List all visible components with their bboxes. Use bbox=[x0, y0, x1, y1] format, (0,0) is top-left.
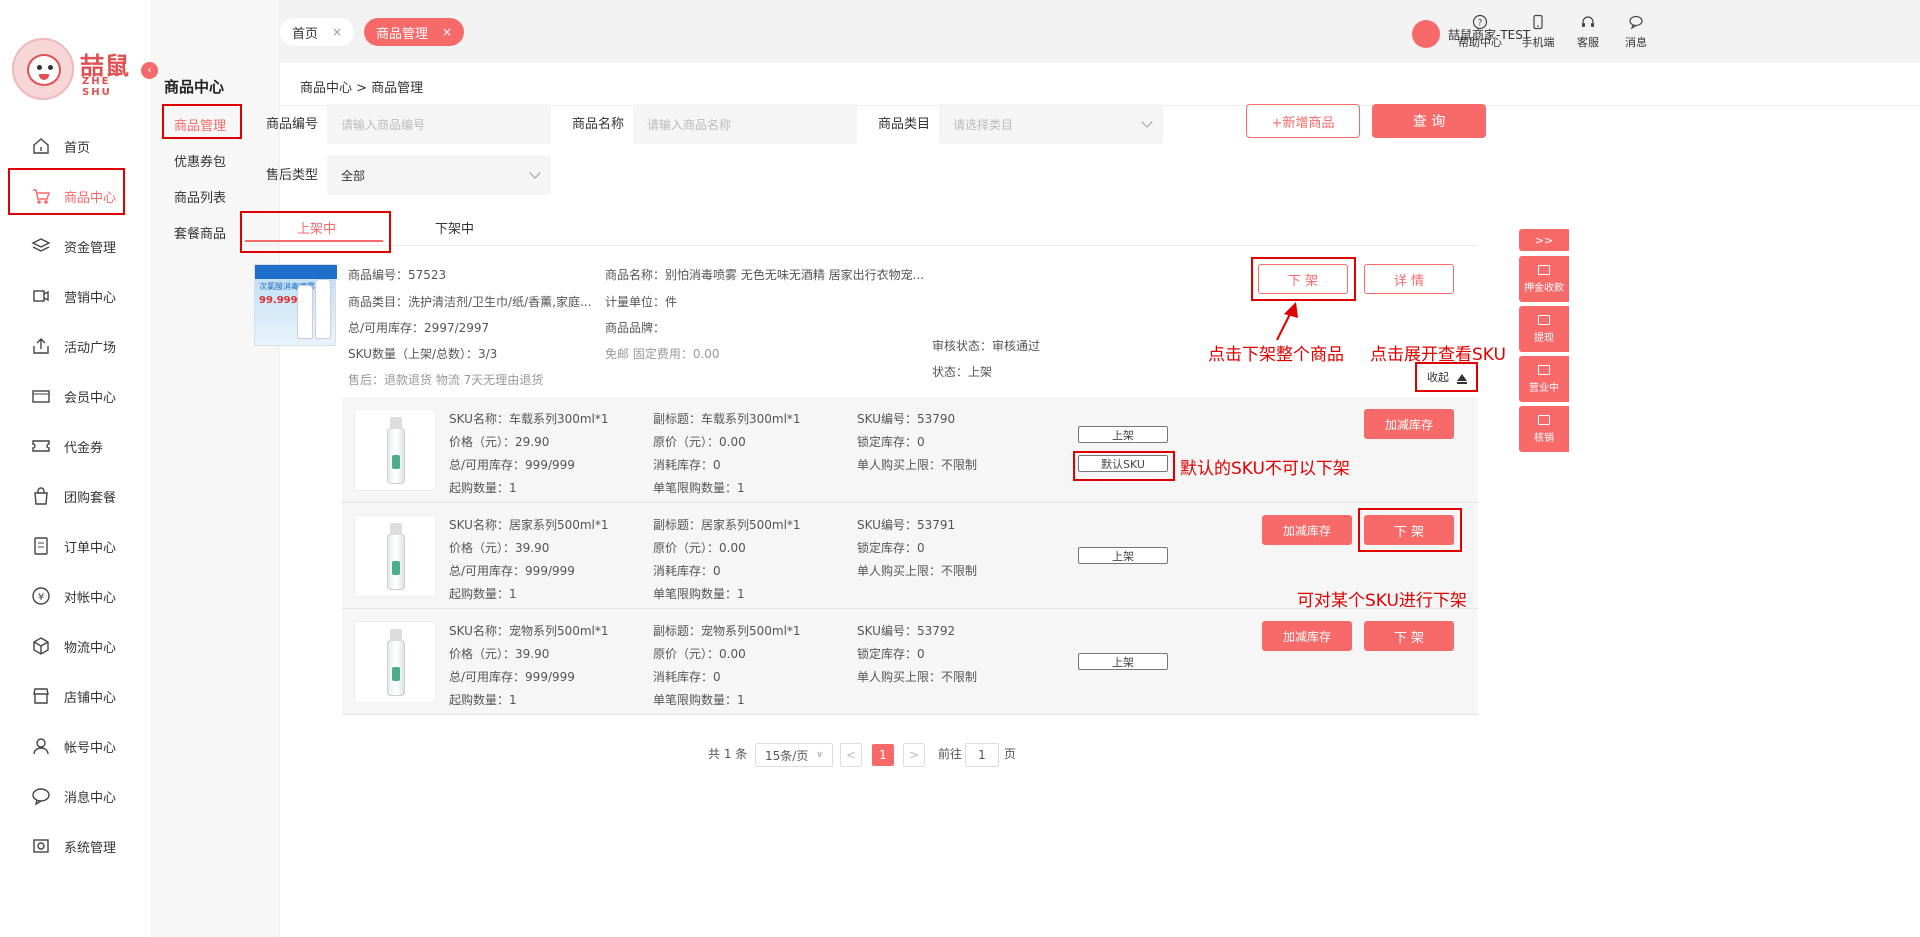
highlight-box bbox=[1358, 508, 1462, 552]
adjust-stock-button[interactable]: 加减库存 bbox=[1262, 621, 1352, 651]
sku-name: SKU名称：宠物系列500ml*1 bbox=[449, 624, 609, 638]
sku-stock: 总/可用库存：999/999 bbox=[449, 564, 575, 578]
goto-input[interactable]: 1 bbox=[965, 743, 999, 767]
sku-off-shelf-button[interactable]: 下 架 bbox=[1364, 621, 1454, 651]
sku-image[interactable] bbox=[354, 409, 436, 491]
dock-label: 押金收款 bbox=[1524, 282, 1564, 294]
sku-min: 起购数量：1 bbox=[449, 481, 517, 495]
shop-icon bbox=[1538, 364, 1550, 375]
dock-label: 核销 bbox=[1534, 432, 1554, 444]
pager-total: 共 1 条 bbox=[708, 747, 748, 761]
sku-name: SKU名称：车载系列300ml*1 bbox=[449, 412, 609, 426]
dock-deposit-button[interactable]: 押金收款 bbox=[1519, 256, 1569, 302]
sku-shelf-status: 上架 bbox=[1078, 547, 1168, 564]
sku-locked: 锁定库存：0 bbox=[857, 435, 925, 449]
sku-locked: 锁定库存：0 bbox=[857, 541, 925, 555]
card-icon bbox=[1538, 264, 1550, 275]
sku-limit: 单人购买上限：不限制 bbox=[857, 670, 978, 684]
dock-withdraw-button[interactable]: 提现 bbox=[1519, 306, 1569, 352]
sku-subtitle: 副标题：居家系列500ml*1 bbox=[653, 518, 801, 532]
annotation-sku-off: 可对某个SKU进行下架 bbox=[1297, 591, 1467, 611]
sku-consumed: 消耗库存：0 bbox=[653, 670, 721, 684]
annotation-off-product: 点击下架整个商品 bbox=[1208, 345, 1344, 365]
current-page[interactable]: 1 bbox=[872, 744, 894, 766]
sku-shelf-status: 上架 bbox=[1078, 653, 1168, 670]
goto-unit: 页 bbox=[1004, 747, 1017, 761]
sku-row: SKU名称：宠物系列500ml*1 价格（元）：39.90 总/可用库存：999/9… bbox=[342, 609, 1478, 715]
sku-orig: 原价（元）：0.00 bbox=[653, 647, 746, 661]
goto-label: 前往 bbox=[938, 747, 963, 761]
adjust-stock-button[interactable]: 加减库存 bbox=[1364, 409, 1454, 439]
page-size-value: 15条/页 bbox=[765, 748, 809, 763]
arrow-head bbox=[1284, 302, 1298, 318]
sku-locked: 锁定库存：0 bbox=[857, 647, 925, 661]
adjust-stock-button[interactable]: 加减库存 bbox=[1262, 515, 1352, 545]
sidebar-collapse-button[interactable]: ‹ bbox=[141, 62, 158, 79]
sku-orig: 原价（元）：0.00 bbox=[653, 541, 746, 555]
dock-label: 营业中 bbox=[1529, 382, 1559, 394]
sku-subtitle: 副标题：宠物系列500ml*1 bbox=[653, 624, 801, 638]
bookmark-icon bbox=[1538, 314, 1550, 325]
sku-code: SKU编号：53792 bbox=[857, 624, 956, 638]
sku-limit: 单人购买上限：不限制 bbox=[857, 564, 978, 578]
sku-row: SKU名称：车载系列300ml*1 价格（元）：29.90 总/可用库存：999/9… bbox=[342, 397, 1478, 503]
next-page-button[interactable]: > bbox=[903, 743, 925, 767]
sku-single: 单笔限购数量：1 bbox=[653, 587, 745, 601]
sku-price: 价格（元）：39.90 bbox=[449, 541, 550, 555]
sku-subtitle: 副标题：车载系列300ml*1 bbox=[653, 412, 801, 426]
sku-list: SKU名称：车载系列300ml*1 价格（元）：29.90 总/可用库存：999/9… bbox=[342, 397, 1478, 715]
sku-min: 起购数量：1 bbox=[449, 587, 517, 601]
sku-min: 起购数量：1 bbox=[449, 693, 517, 707]
sku-shelf-status: 上架 bbox=[1078, 426, 1168, 443]
prev-page-button[interactable]: < bbox=[840, 743, 862, 767]
sku-limit: 单人购买上限：不限制 bbox=[857, 458, 978, 472]
sku-consumed: 消耗库存：0 bbox=[653, 564, 721, 578]
sku-image[interactable] bbox=[354, 515, 436, 597]
page-size-select[interactable]: 15条/页 ∨ bbox=[755, 743, 833, 767]
sku-stock: 总/可用库存：999/999 bbox=[449, 670, 575, 684]
sku-code: SKU编号：53791 bbox=[857, 518, 956, 532]
sku-price: 价格（元）：39.90 bbox=[449, 647, 550, 661]
sku-single: 单笔限购数量：1 bbox=[653, 693, 745, 707]
sku-name: SKU名称：居家系列500ml*1 bbox=[449, 518, 609, 532]
dock-toggle-button[interactable]: >> bbox=[1519, 229, 1569, 251]
annotation-expand-sku: 点击展开查看SKU bbox=[1370, 345, 1506, 365]
highlight-box bbox=[1073, 451, 1175, 481]
sku-stock: 总/可用库存：999/999 bbox=[449, 458, 575, 472]
sku-code: SKU编号：53790 bbox=[857, 412, 956, 426]
sku-single: 单笔限购数量：1 bbox=[653, 481, 745, 495]
sku-price: 价格（元）：29.90 bbox=[449, 435, 550, 449]
sku-orig: 原价（元）：0.00 bbox=[653, 435, 746, 449]
dock-label: 提现 bbox=[1534, 332, 1554, 344]
dock-verify-button[interactable]: 核销 bbox=[1519, 406, 1569, 452]
sku-consumed: 消耗库存：0 bbox=[653, 458, 721, 472]
annotation-default-sku: 默认的SKU不可以下架 bbox=[1180, 459, 1350, 479]
chevron-down-icon: ∨ bbox=[816, 750, 823, 760]
dock-business-button[interactable]: 营业中 bbox=[1519, 356, 1569, 402]
sku-image[interactable] bbox=[354, 621, 436, 703]
ticket-icon bbox=[1538, 414, 1550, 425]
